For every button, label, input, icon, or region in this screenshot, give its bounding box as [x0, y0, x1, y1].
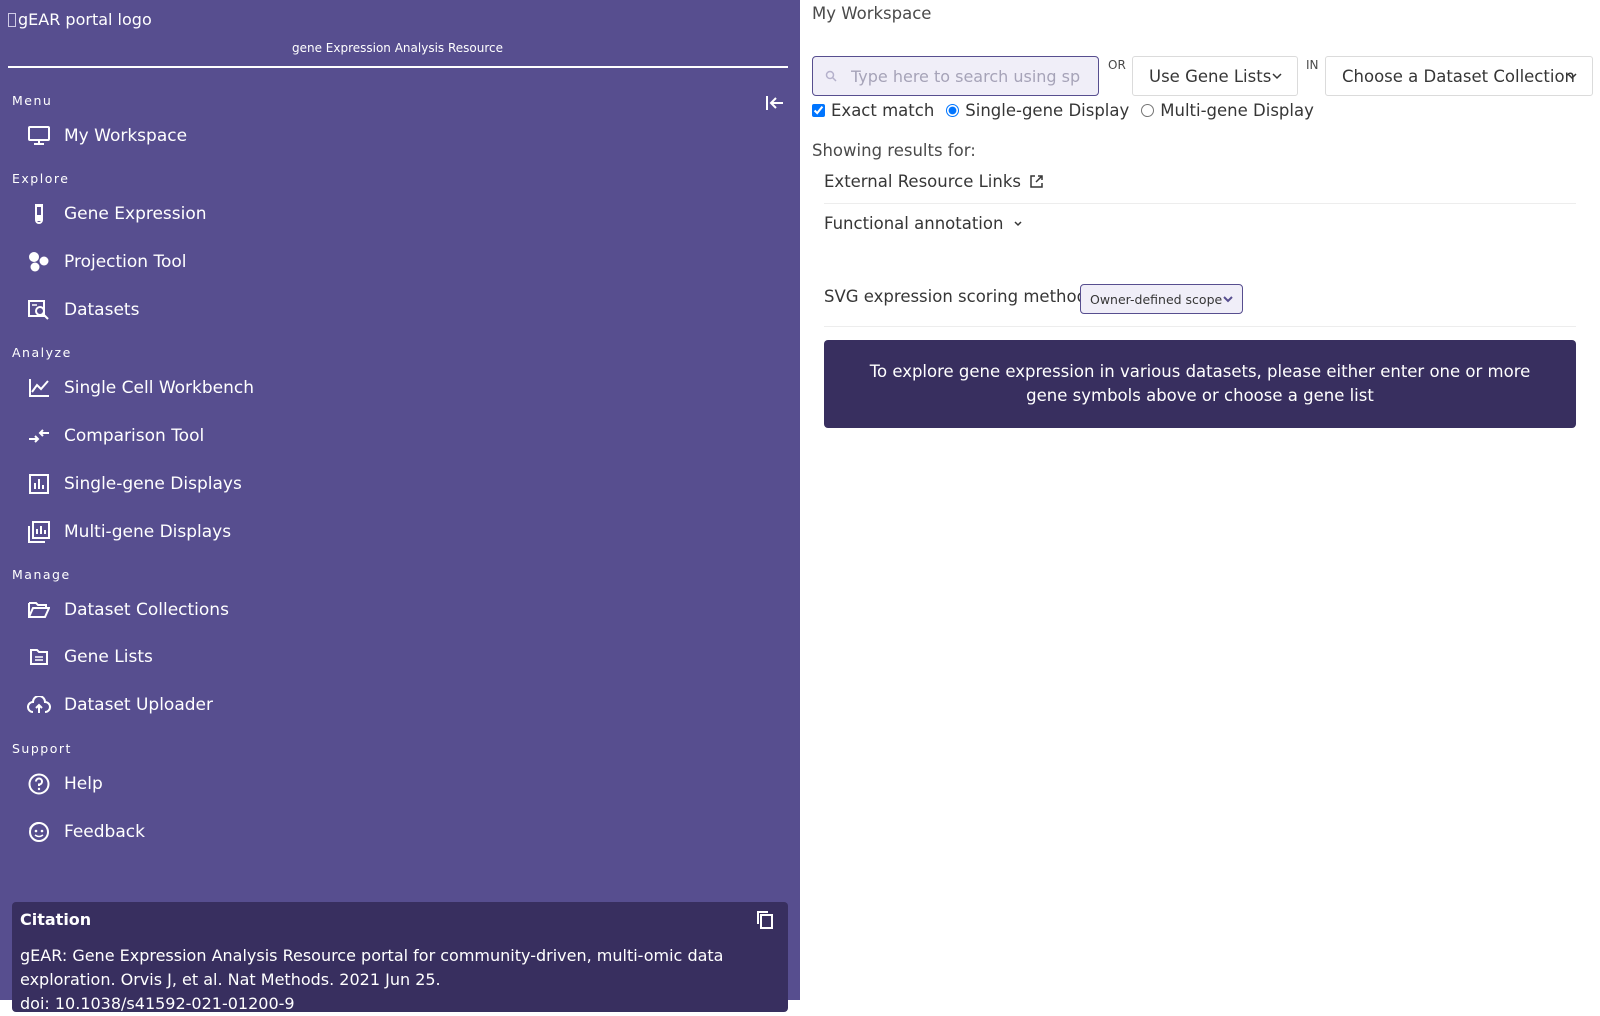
list-box-icon — [26, 646, 52, 668]
sidebar-item-label: Single-gene Displays — [64, 474, 242, 494]
gene-lists-select[interactable]: Use Gene Lists — [1132, 56, 1298, 96]
single-gene-option[interactable]: Single-gene Display — [946, 101, 1129, 120]
svg-scoring-label: SVG expression scoring method: — [824, 287, 1093, 306]
section-label-explore: Explore — [12, 171, 70, 186]
gene-search-box[interactable] — [812, 56, 1099, 96]
sidebar-item-label: Comparison Tool — [64, 426, 205, 446]
section-label-analyze: Analyze — [12, 345, 72, 360]
sidebar-item-datasets[interactable]: Datasets — [26, 293, 139, 327]
citation-panel: Citation gEAR: Gene Expression Analysis … — [12, 902, 788, 1013]
help-circle-icon — [26, 773, 52, 795]
citation-body: gEAR: Gene Expression Analysis Resource … — [20, 946, 724, 989]
multi-gene-label: Multi-gene Display — [1160, 101, 1314, 120]
line-chart-icon — [26, 377, 52, 399]
svg-scoring-select-value: Owner-defined scope — [1090, 291, 1223, 307]
external-resource-links[interactable]: External Resource Links — [824, 172, 1044, 191]
or-label: OR — [1108, 58, 1126, 72]
single-gene-radio[interactable] — [946, 104, 960, 117]
sidebar-item-label: My Workspace — [64, 126, 188, 146]
collapse-left-icon — [766, 96, 783, 110]
sidebar-item-my-workspace[interactable]: My Workspace — [26, 119, 187, 153]
chevron-down-icon — [1014, 220, 1022, 226]
sidebar-item-label: Dataset Collections — [64, 600, 229, 620]
dataset-search-icon — [26, 299, 52, 321]
search-options: Exact match Single-gene Display Multi-ge… — [812, 101, 1326, 120]
logo-alt-text: gEAR portal logo — [18, 10, 152, 29]
exact-match-checkbox[interactable] — [812, 104, 825, 117]
sidebar-item-feedback[interactable]: Feedback — [26, 815, 145, 849]
copy-icon — [757, 911, 773, 929]
sidebar-item-label: Datasets — [64, 300, 140, 320]
external-link-icon — [1030, 175, 1043, 188]
feedback-face-icon — [26, 821, 52, 843]
dataset-collection-select[interactable]: Choose a Dataset Collection — [1325, 56, 1593, 96]
section-label-manage: Manage — [12, 567, 71, 582]
sidebar-item-label: Single Cell Workbench — [64, 378, 255, 398]
sidebar-item-projection-tool[interactable]: Projection Tool — [26, 245, 187, 279]
sidebar-item-gene-lists[interactable]: Gene Lists — [26, 640, 153, 674]
compare-arrows-icon — [26, 425, 52, 447]
functional-annotation-toggle[interactable]: Functional annotation — [824, 214, 1023, 233]
functional-annotation-label: Functional annotation — [824, 214, 1004, 233]
copy-citation-button[interactable] — [756, 910, 776, 930]
showing-results-label: Showing results for: — [812, 141, 976, 160]
portal-logo[interactable]: gEAR portal logo — [8, 10, 152, 29]
sidebar-item-single-gene-displays[interactable]: Single-gene Displays — [26, 467, 242, 501]
sidebar: gEAR portal logo gene Expression Analysi… — [0, 0, 800, 1013]
gene-lists-select-value: Use Gene Lists — [1149, 66, 1272, 86]
search-icon — [825, 70, 837, 82]
multi-gene-option[interactable]: Multi-gene Display — [1141, 101, 1314, 120]
sidebar-item-dataset-collections[interactable]: Dataset Collections — [26, 593, 229, 627]
chevron-down-icon — [1223, 296, 1233, 303]
portal-subtitle: gene Expression Analysis Resource — [291, 41, 504, 55]
sidebar-item-single-cell-workbench[interactable]: Single Cell Workbench — [26, 371, 254, 405]
sidebar-item-dataset-uploader[interactable]: Dataset Uploader — [26, 688, 213, 722]
exact-match-label: Exact match — [831, 101, 935, 120]
section-label-support: Support — [12, 741, 72, 756]
folder-open-icon — [26, 599, 52, 621]
gene-search-input[interactable] — [851, 66, 1081, 86]
svg-scoring-select[interactable]: Owner-defined scope — [1080, 284, 1243, 314]
divider — [824, 203, 1576, 204]
citation-doi: doi: 10.1038/s41592-021-01200-9 — [20, 994, 295, 1013]
single-gene-label: Single-gene Display — [965, 101, 1130, 120]
external-resource-links-label: External Resource Links — [824, 172, 1022, 191]
section-label-menu: Menu — [12, 93, 53, 108]
sidebar-item-label: Gene Lists — [64, 647, 153, 667]
cloud-upload-icon — [26, 694, 52, 716]
sidebar-item-label: Dataset Uploader — [64, 695, 213, 715]
broken-image-icon — [8, 12, 16, 27]
page-title: My Workspace — [812, 4, 932, 23]
sidebar-item-label: Multi-gene Displays — [64, 522, 232, 542]
sidebar-divider — [8, 66, 788, 68]
monitor-icon — [26, 125, 52, 147]
collapse-sidebar-button[interactable] — [764, 92, 786, 114]
sidebar-item-label: Feedback — [64, 822, 145, 842]
divider — [824, 326, 1576, 327]
citation-title: Citation — [20, 910, 92, 929]
multi-gene-radio[interactable] — [1141, 104, 1155, 117]
sidebar-item-label: Gene Expression — [64, 204, 207, 224]
bar-chart-icon — [26, 473, 52, 495]
main-content: My Workspace OR Use Gene Lists IN Choose… — [800, 0, 1600, 1000]
sidebar-item-label: Help — [64, 774, 103, 794]
sidebar-item-help[interactable]: Help — [26, 767, 103, 801]
in-label: IN — [1306, 58, 1319, 72]
sidebar-item-comparison-tool[interactable]: Comparison Tool — [26, 419, 204, 453]
chevron-down-icon — [1272, 73, 1282, 80]
dataset-collection-select-value: Choose a Dataset Collection — [1342, 66, 1575, 86]
exact-match-option[interactable]: Exact match — [812, 101, 934, 120]
test-tube-icon — [26, 203, 52, 225]
citation-text: gEAR: Gene Expression Analysis Resource … — [20, 944, 785, 1016]
circles-icon — [26, 251, 52, 273]
chevron-down-icon — [1567, 73, 1577, 80]
empty-state-notice: To explore gene expression in various da… — [824, 340, 1576, 428]
sidebar-item-gene-expression[interactable]: Gene Expression — [26, 197, 207, 231]
multi-chart-icon — [26, 521, 52, 543]
sidebar-item-multi-gene-displays[interactable]: Multi-gene Displays — [26, 515, 231, 549]
sidebar-item-label: Projection Tool — [64, 252, 187, 272]
